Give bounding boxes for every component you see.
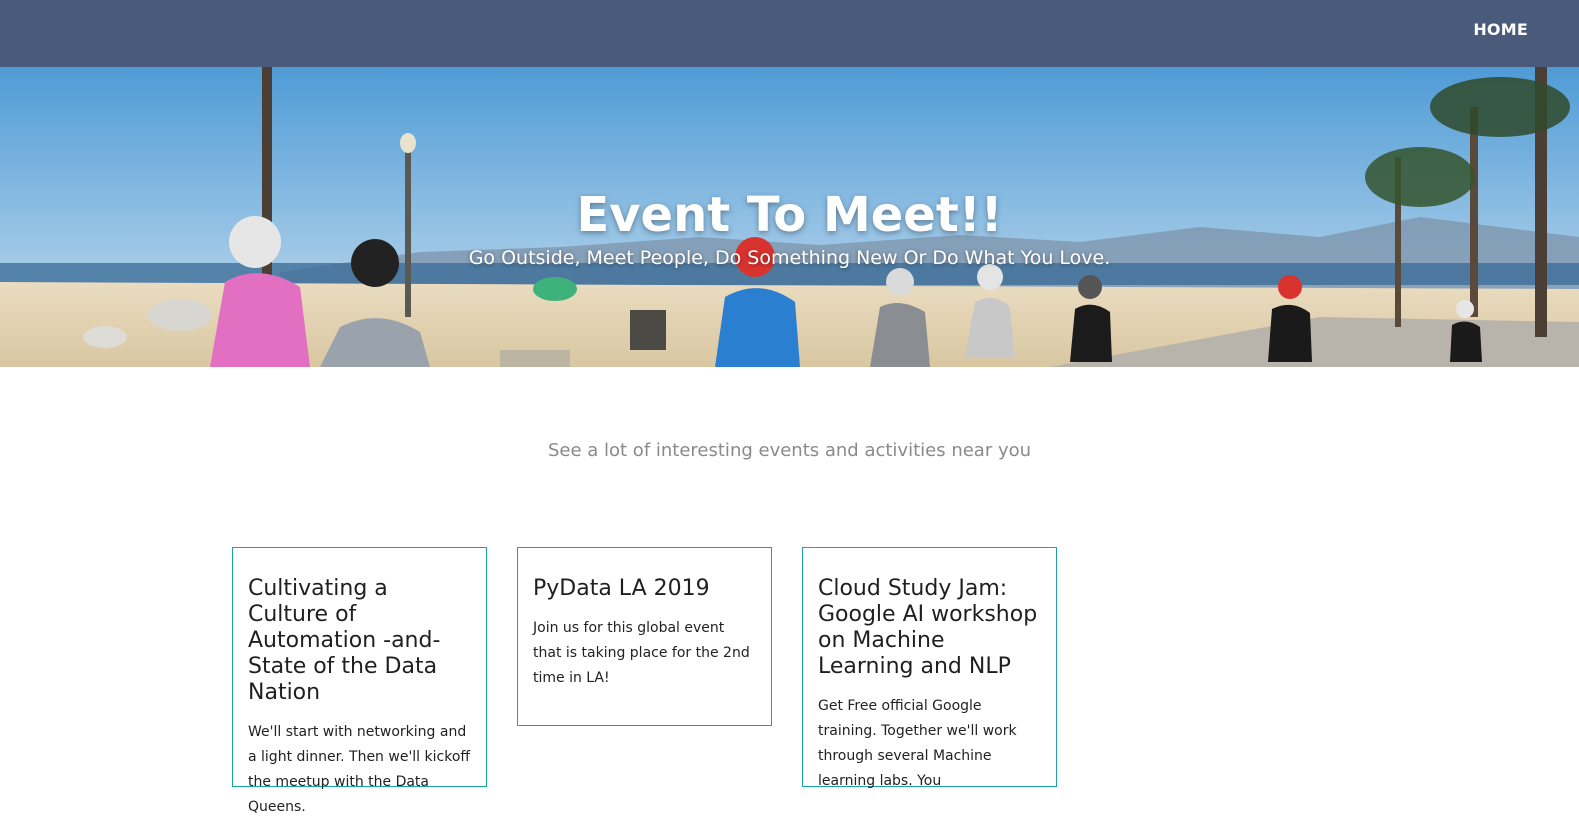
top-navbar: HOME: [0, 0, 1579, 67]
event-card[interactable]: Cloud Study Jam: Google AI workshop on M…: [802, 547, 1057, 789]
event-card[interactable]: PyData LA 2019 Join us for this global e…: [517, 547, 772, 726]
event-card-title[interactable]: PyData LA 2019: [533, 576, 756, 602]
event-card-description: Join us for this global event that is ta…: [533, 620, 750, 686]
section-tagline: See a lot of interesting events and acti…: [547, 440, 1032, 461]
nav-home-link[interactable]: HOME: [1473, 20, 1528, 39]
hero-title: Event To Meet!!: [576, 187, 1003, 243]
event-card-title[interactable]: Cloud Study Jam: Google AI workshop on M…: [818, 576, 1041, 680]
event-card-title[interactable]: Cultivating a Culture of Automation -and…: [248, 576, 471, 706]
event-card-description: We'll start with networking and a light …: [248, 724, 471, 815]
hero-subtitle: Go Outside, Meet People, Do Something Ne…: [468, 247, 1111, 269]
event-card[interactable]: Cultivating a Culture of Automation -and…: [232, 547, 487, 815]
hero-banner: Event To Meet!! Go Outside, Meet People,…: [0, 67, 1579, 367]
event-card-description: Get Free official Google training. Toget…: [818, 698, 1017, 789]
